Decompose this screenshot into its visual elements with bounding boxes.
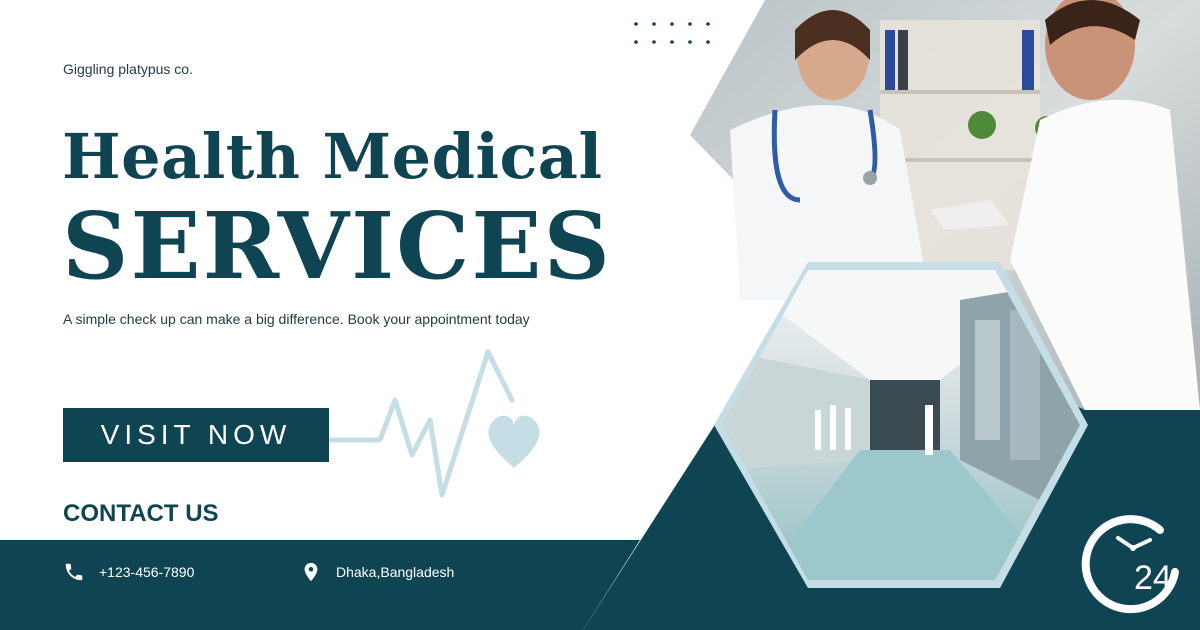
- contact-band: [0, 540, 640, 630]
- headline-line1: Health Medical: [62, 120, 603, 193]
- phone-number: +123-456-7890: [99, 564, 195, 580]
- clock-24-number: 24: [1134, 559, 1172, 597]
- tagline: A simple check up can make a big differe…: [63, 311, 530, 327]
- location-contact[interactable]: Dhaka,Bangladesh: [300, 561, 454, 583]
- contact-heading: CONTACT US: [63, 500, 219, 527]
- heart-icon: [488, 415, 540, 468]
- visit-now-button[interactable]: VISIT NOW: [63, 408, 329, 462]
- heartbeat-line-icon: [328, 349, 515, 498]
- health-banner: Giggling platypus co. Health Medical SER…: [0, 0, 1200, 630]
- phone-contact[interactable]: +123-456-7890: [63, 561, 194, 583]
- location-pin-icon: [300, 561, 322, 583]
- brand-name: Giggling platypus co.: [63, 61, 193, 77]
- headline-line2: SERVICES: [62, 192, 612, 300]
- location-text: Dhaka,Bangladesh: [336, 564, 455, 580]
- dot-pattern-top: [634, 22, 710, 44]
- phone-icon: [63, 561, 85, 583]
